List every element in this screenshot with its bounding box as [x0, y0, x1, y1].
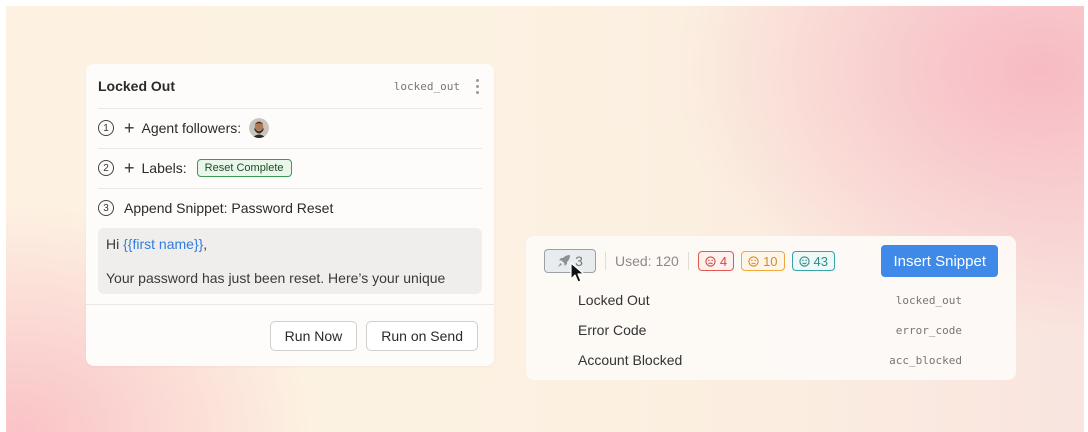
usage-count: Used: 120 — [615, 253, 679, 269]
avatar[interactable] — [249, 118, 270, 138]
happy-face-icon — [798, 255, 810, 267]
step-label: Append Snippet: Password Reset — [124, 200, 334, 216]
snippet-result-item[interactable]: Account Blocked acc_blocked — [578, 345, 962, 375]
snippet-result-name: Error Code — [578, 322, 647, 338]
rocket-button[interactable]: 3 — [544, 249, 596, 273]
preview-body: Your password has just been reset. Here’… — [106, 270, 446, 286]
step-label: Labels: — [141, 160, 187, 176]
step-append-snippet: 3 Append Snippet: Password Reset — [98, 188, 482, 228]
snippet-preview[interactable]: Hi {{first name}}, Your password has jus… — [98, 228, 482, 294]
snippet-result-code: acc_blocked — [889, 353, 962, 367]
toolbar-divider — [605, 252, 606, 270]
neutral-face-icon — [748, 255, 759, 267]
rocket-icon — [558, 255, 571, 267]
run-on-send-button[interactable]: Run on Send — [366, 320, 478, 351]
kebab-menu-icon[interactable] — [472, 78, 482, 94]
run-now-button[interactable]: Run Now — [269, 320, 358, 351]
frame-left — [0, 0, 6, 432]
frame-top — [0, 0, 1088, 6]
sad-rating-count: 4 — [719, 253, 728, 269]
macro-card-footer: Run Now Run on Send — [86, 304, 494, 366]
neutral-rating-count: 10 — [763, 253, 778, 269]
preview-greeting-line: Hi {{first name}}, — [106, 236, 474, 252]
snippet-result-code: error_code — [895, 323, 962, 337]
step-label: Agent followers: — [141, 120, 242, 136]
sad-rating-badge[interactable]: 4 — [697, 251, 735, 271]
snippet-result-code: locked_out — [895, 293, 962, 307]
step-number: 2 — [98, 160, 114, 176]
insert-snippet-button[interactable]: Insert Snippet — [881, 245, 998, 277]
preview-greeting-end: , — [203, 236, 208, 252]
neutral-rating-badge[interactable]: 10 — [741, 251, 785, 271]
macro-card: Locked Out locked_out 1 + Agent follower… — [86, 64, 494, 366]
macro-code: locked_out — [393, 79, 460, 93]
snippet-result-item[interactable]: Locked Out locked_out — [578, 285, 962, 315]
step-labels: 2 + Labels: Reset Complete — [98, 148, 482, 189]
snippet-picker: 3 Used: 120 4 10 43 Insert Snippet Locke… — [526, 236, 1016, 380]
rocket-count: 3 — [575, 253, 583, 269]
plus-icon[interactable]: + — [124, 119, 135, 137]
preview-variable: {{first name}} — [123, 236, 204, 252]
snippet-result-name: Account Blocked — [578, 352, 683, 368]
macro-title: Locked Out — [98, 78, 176, 94]
frame-right — [1084, 0, 1088, 432]
snippet-result-item[interactable]: Error Code error_code — [578, 315, 962, 345]
step-number: 3 — [98, 200, 114, 216]
plus-icon[interactable]: + — [124, 159, 135, 177]
happy-rating-count: 43 — [813, 253, 828, 269]
step-agent-followers: 1 + Agent followers: — [98, 108, 482, 149]
label-chip[interactable]: Reset Complete — [196, 159, 292, 177]
toolbar-divider — [687, 252, 689, 270]
preview-greeting: Hi — [106, 236, 124, 252]
picker-toolbar: 3 Used: 120 4 10 43 Insert Snippet — [544, 244, 998, 278]
step-number: 1 — [98, 120, 114, 136]
macro-card-header: Locked Out locked_out — [98, 64, 482, 109]
happy-rating-badge[interactable]: 43 — [791, 251, 835, 271]
snippet-result-name: Locked Out — [578, 292, 650, 308]
sad-face-icon — [705, 255, 716, 267]
